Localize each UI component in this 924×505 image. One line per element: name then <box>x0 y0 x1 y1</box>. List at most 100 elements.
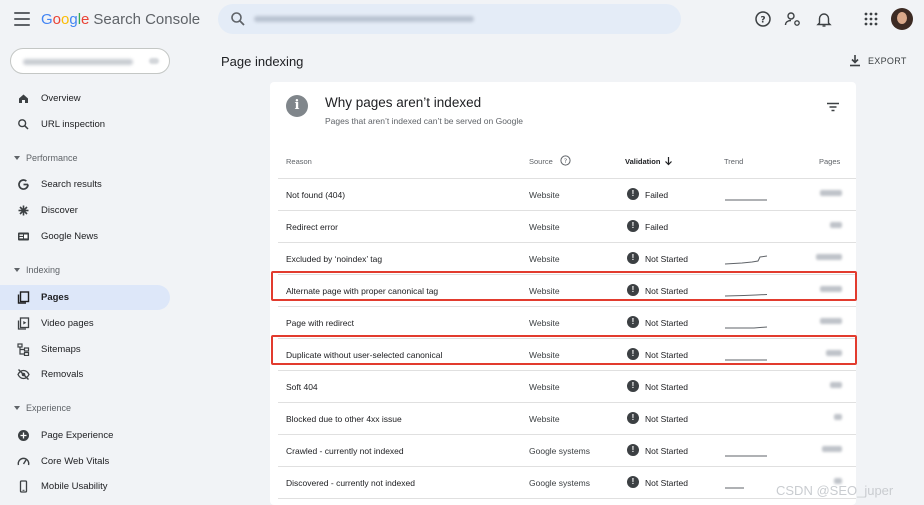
top-bar: Google Search Console ? <box>0 0 924 40</box>
sidebar-item-mobile-usability[interactable]: Mobile Usability <box>0 474 170 499</box>
row-reason: Discovered - currently not indexed <box>286 478 415 488</box>
sidebar-item-sitemaps[interactable]: Sitemaps <box>0 337 170 362</box>
svg-text:?: ? <box>564 157 567 165</box>
search-console-logo[interactable]: Google Search Console <box>41 11 200 28</box>
product-name: Search Console <box>93 11 201 28</box>
row-reason: Blocked due to other 4xx issue <box>286 414 402 424</box>
column-header-validation[interactable]: Validation <box>625 157 660 166</box>
main-menu-icon[interactable] <box>14 12 30 26</box>
row-reason: Crawled - currently not indexed <box>286 446 404 456</box>
trend-sparkline <box>724 217 768 237</box>
row-validation-status: Failed <box>645 222 669 232</box>
redacted-page-count <box>820 190 842 196</box>
sidebar-item-url-inspection[interactable]: URL inspection <box>0 112 170 137</box>
arrow-down-icon[interactable] <box>664 156 673 166</box>
row-source: Website <box>529 222 560 232</box>
sidebar-item-core-web-vitals[interactable]: Core Web Vitals <box>0 449 170 474</box>
row-source: Website <box>529 254 560 264</box>
table-row[interactable]: Soft 404 Website! Not Started <box>278 371 856 403</box>
sidebar-item-discover[interactable]: Discover <box>0 198 170 223</box>
caret-down-icon <box>14 406 20 410</box>
table-row[interactable]: Redirect error Website! Failed <box>278 211 856 243</box>
highlight-box <box>271 271 857 301</box>
redacted-page-count <box>816 254 842 260</box>
help-icon[interactable]: ? <box>754 10 772 28</box>
redacted-page-count <box>820 318 842 324</box>
row-validation-status: Not Started <box>645 446 688 456</box>
sitemap-icon <box>17 343 30 356</box>
card-title: Why pages aren’t indexed <box>325 95 482 110</box>
row-validation-status: Failed <box>645 190 669 200</box>
avatar-face <box>897 12 907 24</box>
alert-icon: ! <box>627 220 639 232</box>
table-row[interactable]: Discovered - currently not indexed Google… <box>278 467 856 499</box>
apps-icon[interactable] <box>862 10 880 28</box>
row-source: Website <box>529 318 560 328</box>
row-validation-status: Not Started <box>645 254 688 264</box>
trend-sparkline <box>725 487 744 489</box>
row-reason: Page with redirect <box>286 318 355 328</box>
account-avatar[interactable] <box>891 8 913 30</box>
sidebar-item-video-pages[interactable]: Video pages <box>0 311 170 336</box>
download-icon <box>850 55 860 67</box>
row-validation-status: Not Started <box>645 478 688 488</box>
search-icon[interactable] <box>230 11 246 27</box>
page-title: Page indexing <box>221 54 304 69</box>
sidebar-item-page-experience[interactable]: Page Experience <box>0 423 170 448</box>
row-reason: Soft 404 <box>286 382 318 392</box>
column-header-trend: Trend <box>724 157 744 166</box>
chevron-down-icon <box>149 58 159 64</box>
video-pages-icon <box>17 317 30 330</box>
trend-sparkline <box>724 409 768 429</box>
sidebar-item-overview[interactable]: Overview <box>0 86 170 111</box>
row-validation-status: Not Started <box>645 414 688 424</box>
filter-icon[interactable] <box>826 102 840 112</box>
page-experience-icon <box>18 430 29 441</box>
trend-sparkline <box>725 455 767 457</box>
google-g-icon <box>18 179 29 190</box>
alert-icon: ! <box>627 316 639 328</box>
row-reason: Not found (404) <box>286 190 346 200</box>
table-row[interactable]: Not found (404) Website! Failed <box>278 179 856 211</box>
news-icon <box>18 232 29 241</box>
card-subtitle: Pages that aren’t indexed can’t be serve… <box>325 116 523 126</box>
alert-icon: ! <box>627 252 639 264</box>
pages-icon <box>17 291 30 304</box>
alert-icon: ! <box>627 412 639 424</box>
redacted-page-count <box>822 446 842 452</box>
trend-sparkline <box>724 255 768 265</box>
notifications-icon[interactable] <box>815 10 833 28</box>
help-icon[interactable]: ? <box>560 155 571 166</box>
sidebar-item-removals[interactable]: Removals <box>0 362 170 387</box>
search-input[interactable] <box>254 10 654 28</box>
alert-icon: ! <box>627 380 639 392</box>
search-bar[interactable] <box>218 4 681 34</box>
redacted-page-count <box>830 382 842 388</box>
table-row[interactable]: Blocked due to other 4xx issue Website! No… <box>278 403 856 435</box>
column-header-reason: Reason <box>286 157 312 166</box>
watermark: CSDN @SEO_juper <box>776 483 894 498</box>
alert-icon: ! <box>627 188 639 200</box>
caret-down-icon <box>14 268 20 272</box>
table-row[interactable]: Crawled - currently not indexed Google sy… <box>278 435 856 467</box>
property-selector[interactable] <box>10 48 170 74</box>
row-validation-status: Not Started <box>645 382 688 392</box>
phone-icon <box>19 480 28 493</box>
sidebar-item-pages[interactable]: Pages <box>0 285 170 310</box>
redacted-property-name <box>23 59 133 65</box>
svg-text:?: ? <box>760 16 765 26</box>
column-header-pages: Pages <box>819 157 841 166</box>
sidebar-item-search-results[interactable]: Search results <box>0 172 170 197</box>
trend-sparkline <box>725 199 767 201</box>
asterisk-icon <box>18 205 29 216</box>
row-source: Website <box>529 190 560 200</box>
removals-icon <box>17 369 30 380</box>
info-icon: i <box>286 95 308 117</box>
home-icon <box>19 94 28 103</box>
sidebar-item-google-news[interactable]: Google News <box>0 224 170 249</box>
manage-users-icon[interactable] <box>784 10 802 28</box>
row-reason: Redirect error <box>286 222 338 232</box>
row-source: Website <box>529 414 560 424</box>
row-source: Website <box>529 382 560 392</box>
trend-sparkline <box>724 377 768 397</box>
